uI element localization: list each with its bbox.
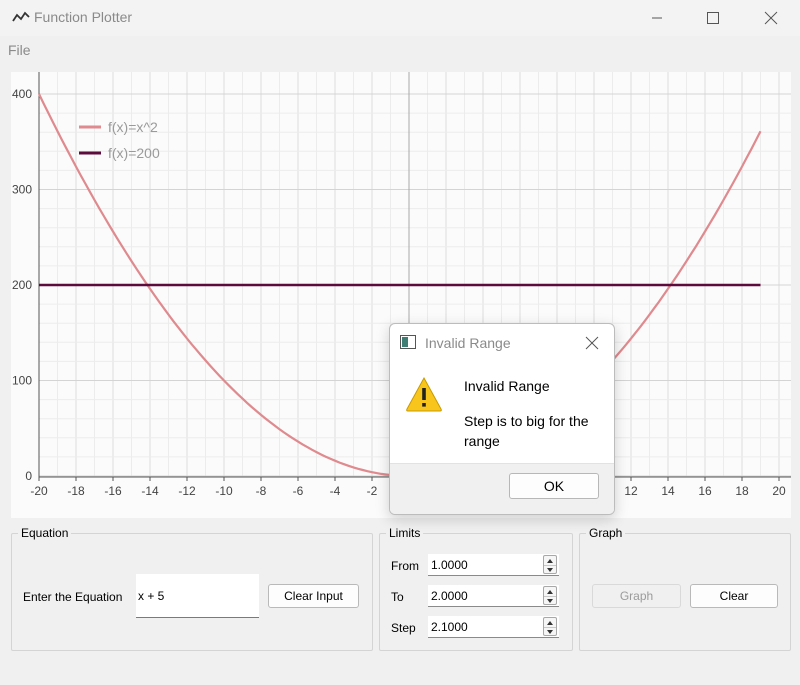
- step-label: Step: [391, 621, 416, 635]
- dialog-footer: OK: [390, 463, 614, 514]
- to-value: 2.0000: [431, 589, 468, 603]
- arrow-up-icon: [547, 558, 553, 563]
- limits-group-title: Limits: [386, 526, 424, 540]
- arrow-down-icon: [547, 629, 553, 634]
- x-tick-label: -2: [367, 484, 378, 498]
- to-decrement-button[interactable]: [544, 596, 556, 605]
- menu-file[interactable]: File: [8, 42, 31, 58]
- ok-button[interactable]: OK: [509, 473, 599, 499]
- dialog-message: Step is to big for the range: [464, 413, 589, 449]
- maximize-icon: [707, 12, 719, 24]
- window-title: Function Plotter: [34, 9, 133, 25]
- warning-icon: [406, 376, 442, 412]
- y-tick-label: 300: [12, 183, 32, 197]
- step-decrement-button[interactable]: [544, 627, 556, 636]
- clear-input-button[interactable]: Clear Input: [268, 584, 359, 608]
- from-decrement-button[interactable]: [544, 565, 556, 574]
- menu-bar: File: [0, 38, 800, 62]
- legend-label-2: f(x)=200: [108, 145, 160, 161]
- x-tick-label: -6: [293, 484, 304, 498]
- x-tick-label: 14: [661, 484, 675, 498]
- x-tick-label: 20: [772, 484, 786, 498]
- dialog-close-button[interactable]: [580, 332, 604, 354]
- to-spin-buttons: [543, 586, 557, 605]
- graph-group-title: Graph: [586, 526, 626, 540]
- x-tick-label: -12: [178, 484, 196, 498]
- y-tick-label: 200: [12, 278, 32, 292]
- close-icon: [764, 11, 778, 25]
- invalid-range-dialog: Invalid Range Invalid Range Step is to b…: [389, 323, 615, 515]
- x-tick-label: -4: [330, 484, 341, 498]
- arrow-up-icon: [547, 589, 553, 594]
- step-spinbox[interactable]: 2.1000: [428, 616, 559, 638]
- dialog-window-icon: [400, 335, 416, 349]
- x-tick-label: -10: [215, 484, 233, 498]
- maximize-button[interactable]: [690, 0, 736, 36]
- x-tick-label: 18: [735, 484, 749, 498]
- y-tick-label: 100: [12, 374, 32, 388]
- step-spin-buttons: [543, 617, 557, 636]
- to-spinbox[interactable]: 2.0000: [428, 585, 559, 607]
- from-value: 1.0000: [431, 558, 468, 572]
- to-label: To: [391, 590, 404, 604]
- x-tick-label: -18: [67, 484, 85, 498]
- title-bar: Function Plotter: [0, 0, 800, 36]
- close-button[interactable]: [748, 0, 794, 36]
- x-tick-label: 16: [698, 484, 712, 498]
- arrow-down-icon: [547, 567, 553, 572]
- equation-group-title: Equation: [18, 526, 72, 540]
- arrow-down-icon: [547, 598, 553, 603]
- dialog-title: Invalid Range: [425, 335, 511, 351]
- dialog-heading: Invalid Range: [464, 378, 550, 394]
- x-tick-label: -20: [30, 484, 48, 498]
- from-spinbox[interactable]: 1.0000: [428, 554, 559, 576]
- close-icon: [585, 336, 599, 350]
- app-chart-icon: [12, 11, 30, 22]
- x-tick-label: -16: [104, 484, 122, 498]
- minimize-button[interactable]: [634, 0, 680, 36]
- from-spin-buttons: [543, 555, 557, 574]
- equation-label: Enter the Equation: [23, 590, 123, 604]
- x-tick-label: -14: [141, 484, 159, 498]
- x-tick-label: -8: [256, 484, 267, 498]
- arrow-up-icon: [547, 620, 553, 625]
- clear-graph-button[interactable]: Clear: [690, 584, 778, 608]
- step-value: 2.1000: [431, 620, 468, 634]
- equation-input[interactable]: [136, 574, 259, 618]
- y-tick-label: 0: [25, 469, 32, 483]
- minimize-icon: [652, 17, 662, 19]
- y-tick-label: 400: [12, 87, 32, 101]
- x-tick-label: 12: [624, 484, 638, 498]
- legend-label-1: f(x)=x^2: [108, 119, 158, 135]
- from-label: From: [391, 559, 419, 573]
- graph-button[interactable]: Graph: [592, 584, 681, 608]
